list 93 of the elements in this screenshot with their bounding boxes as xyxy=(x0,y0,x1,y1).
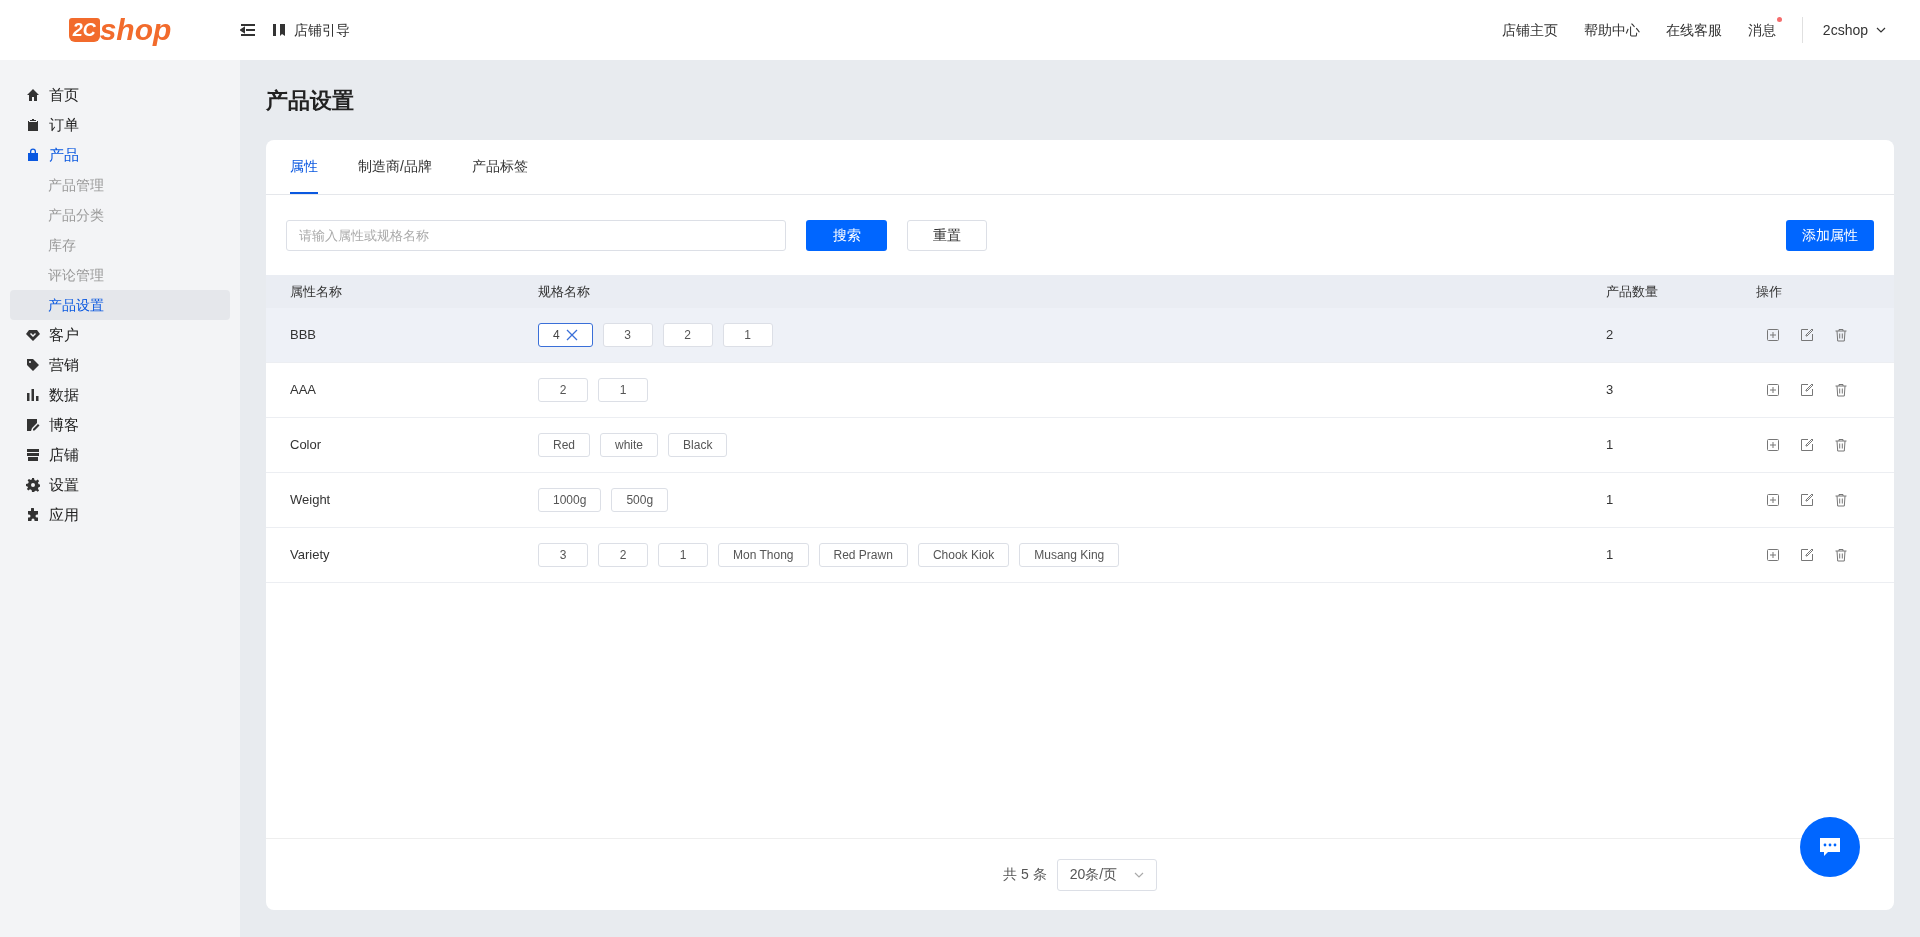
header-link[interactable]: 帮助中心 xyxy=(1583,16,1646,44)
settings-icon xyxy=(26,478,40,492)
chevron-down-icon xyxy=(1133,871,1144,878)
total-count: 共 5 条 xyxy=(1003,865,1047,884)
menu-toggle-icon[interactable] xyxy=(240,23,256,37)
edit-icon[interactable] xyxy=(1800,383,1814,397)
table-row[interactable]: BBB 4 3 2 1 2 xyxy=(266,308,1894,363)
page-size-select[interactable]: 20条/页 xyxy=(1056,858,1157,891)
spec-tag[interactable]: 1 xyxy=(722,323,773,347)
search-field[interactable]: 请输入属性或规格名称 xyxy=(286,219,786,251)
reset-button[interactable]: 重置 xyxy=(907,219,987,251)
spec-tag[interactable]: Red xyxy=(538,433,590,457)
product-count: 1 xyxy=(1606,437,1614,453)
logo-text: shop xyxy=(99,15,172,45)
spec-tag[interactable]: 1000g xyxy=(538,488,602,512)
spec-tag[interactable]: 2 xyxy=(598,543,648,567)
spec-tag[interactable]: 3 xyxy=(538,543,588,567)
sidebar-subitem[interactable]: 产品设置 xyxy=(10,290,230,320)
sidebar-item[interactable]: 博客 xyxy=(10,410,230,440)
tag-icon xyxy=(26,358,40,372)
trash-icon[interactable] xyxy=(1834,328,1848,342)
column-header: 产品数量 xyxy=(1606,283,1658,299)
chevron-down-icon xyxy=(1876,27,1886,33)
spec-tag[interactable]: Chook Kiok xyxy=(917,543,1010,567)
edit-icon[interactable] xyxy=(1800,438,1814,452)
header-link[interactable]: 消息 xyxy=(1747,16,1782,44)
add-icon[interactable] xyxy=(1766,493,1780,507)
spec-tag[interactable]: 2 xyxy=(538,378,588,402)
spec-tag[interactable]: Musang King xyxy=(1019,543,1120,567)
shopping-bag-icon xyxy=(26,148,40,162)
logo-mark: 2C xyxy=(68,18,100,42)
book-icon xyxy=(272,23,286,37)
attribute-name: Weight xyxy=(290,492,331,508)
product-count: 1 xyxy=(1606,547,1614,563)
trash-icon[interactable] xyxy=(1834,493,1848,507)
spec-tag[interactable]: 4 xyxy=(538,323,593,347)
tab[interactable]: 属性 xyxy=(290,140,318,194)
edit-icon[interactable] xyxy=(1800,328,1814,342)
trash-icon[interactable] xyxy=(1834,383,1848,397)
trash-icon[interactable] xyxy=(1834,548,1848,562)
spec-tag[interactable]: Black xyxy=(668,433,728,457)
close-icon[interactable] xyxy=(565,329,578,341)
column-header: 操作 xyxy=(1756,283,1782,299)
diamond-icon xyxy=(26,328,40,342)
tab[interactable]: 产品标签 xyxy=(471,140,528,194)
puzzle-icon xyxy=(26,508,40,522)
tab[interactable]: 制造商/品牌 xyxy=(358,140,432,194)
edit-icon xyxy=(26,418,40,432)
product-count: 3 xyxy=(1606,382,1614,398)
attribute-name: AAA xyxy=(290,382,316,398)
sidebar-item[interactable]: 设置 xyxy=(10,470,230,500)
header-link[interactable]: 店铺主页 xyxy=(1501,16,1564,44)
spec-tag[interactable]: 1 xyxy=(658,543,708,567)
chat-bubble-icon xyxy=(1819,837,1841,857)
edit-icon[interactable] xyxy=(1800,548,1814,562)
column-header: 规格名称 xyxy=(538,283,590,299)
page-title: 产品设置 xyxy=(266,86,355,115)
attribute-name: Variety xyxy=(290,547,330,563)
add-icon[interactable] xyxy=(1766,328,1780,342)
sidebar-item[interactable]: 营销 xyxy=(10,350,230,380)
spec-tag[interactable]: white xyxy=(600,433,659,457)
spec-tag[interactable]: Red Prawn xyxy=(818,543,908,567)
clipboard-icon xyxy=(26,118,40,132)
home-icon xyxy=(26,88,40,102)
product-count: 1 xyxy=(1606,492,1614,508)
header-link[interactable]: 在线客服 xyxy=(1665,16,1728,44)
sidebar-item[interactable]: 应用 xyxy=(10,500,230,530)
spec-tag[interactable]: 3 xyxy=(602,323,653,347)
add-attribute-button[interactable]: 添加属性 xyxy=(1786,219,1874,251)
sidebar-item[interactable]: 数据 xyxy=(10,380,230,410)
search-button[interactable]: 搜索 xyxy=(806,219,887,251)
sidebar-item[interactable]: 店铺 xyxy=(10,440,230,470)
edit-icon[interactable] xyxy=(1800,493,1814,507)
add-icon[interactable] xyxy=(1766,548,1780,562)
trash-icon[interactable] xyxy=(1834,438,1848,452)
sidebar-item[interactable]: 订单 xyxy=(10,110,230,140)
add-icon[interactable] xyxy=(1766,438,1780,452)
spec-tag[interactable]: Mon Thong xyxy=(718,543,809,567)
attribute-name: Color xyxy=(290,437,322,453)
column-header: 属性名称 xyxy=(290,283,342,299)
store-guide-link[interactable]: 店铺引导 xyxy=(272,19,350,41)
spec-tag[interactable]: 500g xyxy=(611,488,669,512)
attribute-name: BBB xyxy=(290,327,316,343)
add-icon[interactable] xyxy=(1766,383,1780,397)
sidebar-item[interactable]: 首页 xyxy=(10,80,230,110)
bar-chart-icon xyxy=(26,388,40,402)
user-menu[interactable]: 2cshop xyxy=(1822,19,1886,41)
product-count: 2 xyxy=(1606,327,1614,343)
store-icon xyxy=(26,448,40,462)
spec-tag[interactable]: 2 xyxy=(662,323,713,347)
sidebar-item[interactable]: 产品 xyxy=(10,140,230,170)
sidebar-item[interactable]: 客户 xyxy=(10,320,230,350)
spec-tag[interactable]: 1 xyxy=(598,378,648,402)
